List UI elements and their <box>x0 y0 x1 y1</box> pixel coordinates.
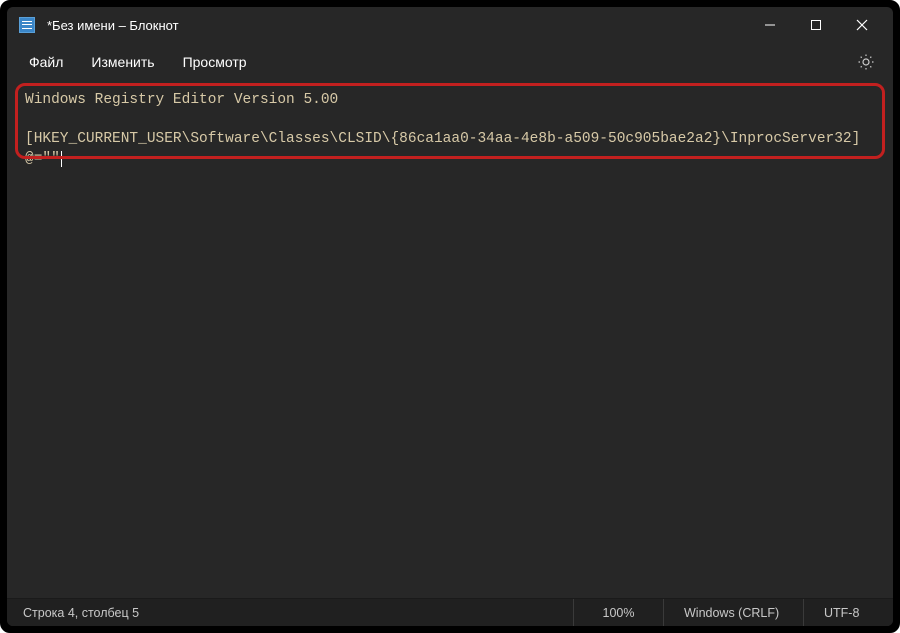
status-encoding: UTF-8 <box>803 599 893 626</box>
minimize-button[interactable] <box>747 9 793 41</box>
status-line-ending: Windows (CRLF) <box>663 599 803 626</box>
menu-view[interactable]: Просмотр <box>171 48 259 76</box>
notepad-app-icon <box>19 17 35 33</box>
editor-line-3: [HKEY_CURRENT_USER\Software\Classes\CLSI… <box>25 131 860 147</box>
text-cursor <box>61 151 62 167</box>
window-title: *Без имени – Блокнот <box>47 18 747 33</box>
editor-text[interactable]: Windows Registry Editor Version 5.00 [HK… <box>25 91 875 169</box>
menubar: Файл Изменить Просмотр <box>7 43 893 81</box>
status-zoom[interactable]: 100% <box>573 599 663 626</box>
gear-icon <box>857 53 875 71</box>
editor-line-4: @="" <box>25 151 60 167</box>
editor-area[interactable]: Windows Registry Editor Version 5.00 [HK… <box>7 81 893 598</box>
status-cursor-position: Строка 4, столбец 5 <box>7 606 573 620</box>
menu-file[interactable]: Файл <box>17 48 75 76</box>
maximize-icon <box>810 19 822 31</box>
maximize-button[interactable] <box>793 9 839 41</box>
window-controls <box>747 9 885 41</box>
statusbar: Строка 4, столбец 5 100% Windows (CRLF) … <box>7 598 893 626</box>
titlebar: *Без имени – Блокнот <box>7 7 893 43</box>
settings-button[interactable] <box>849 45 883 79</box>
editor-line-1: Windows Registry Editor Version 5.00 <box>25 92 338 108</box>
notepad-window: *Без имени – Блокнот Файл Изменить Просм… <box>7 7 893 626</box>
close-button[interactable] <box>839 9 885 41</box>
minimize-icon <box>764 19 776 31</box>
close-icon <box>856 19 868 31</box>
menu-edit[interactable]: Изменить <box>79 48 166 76</box>
